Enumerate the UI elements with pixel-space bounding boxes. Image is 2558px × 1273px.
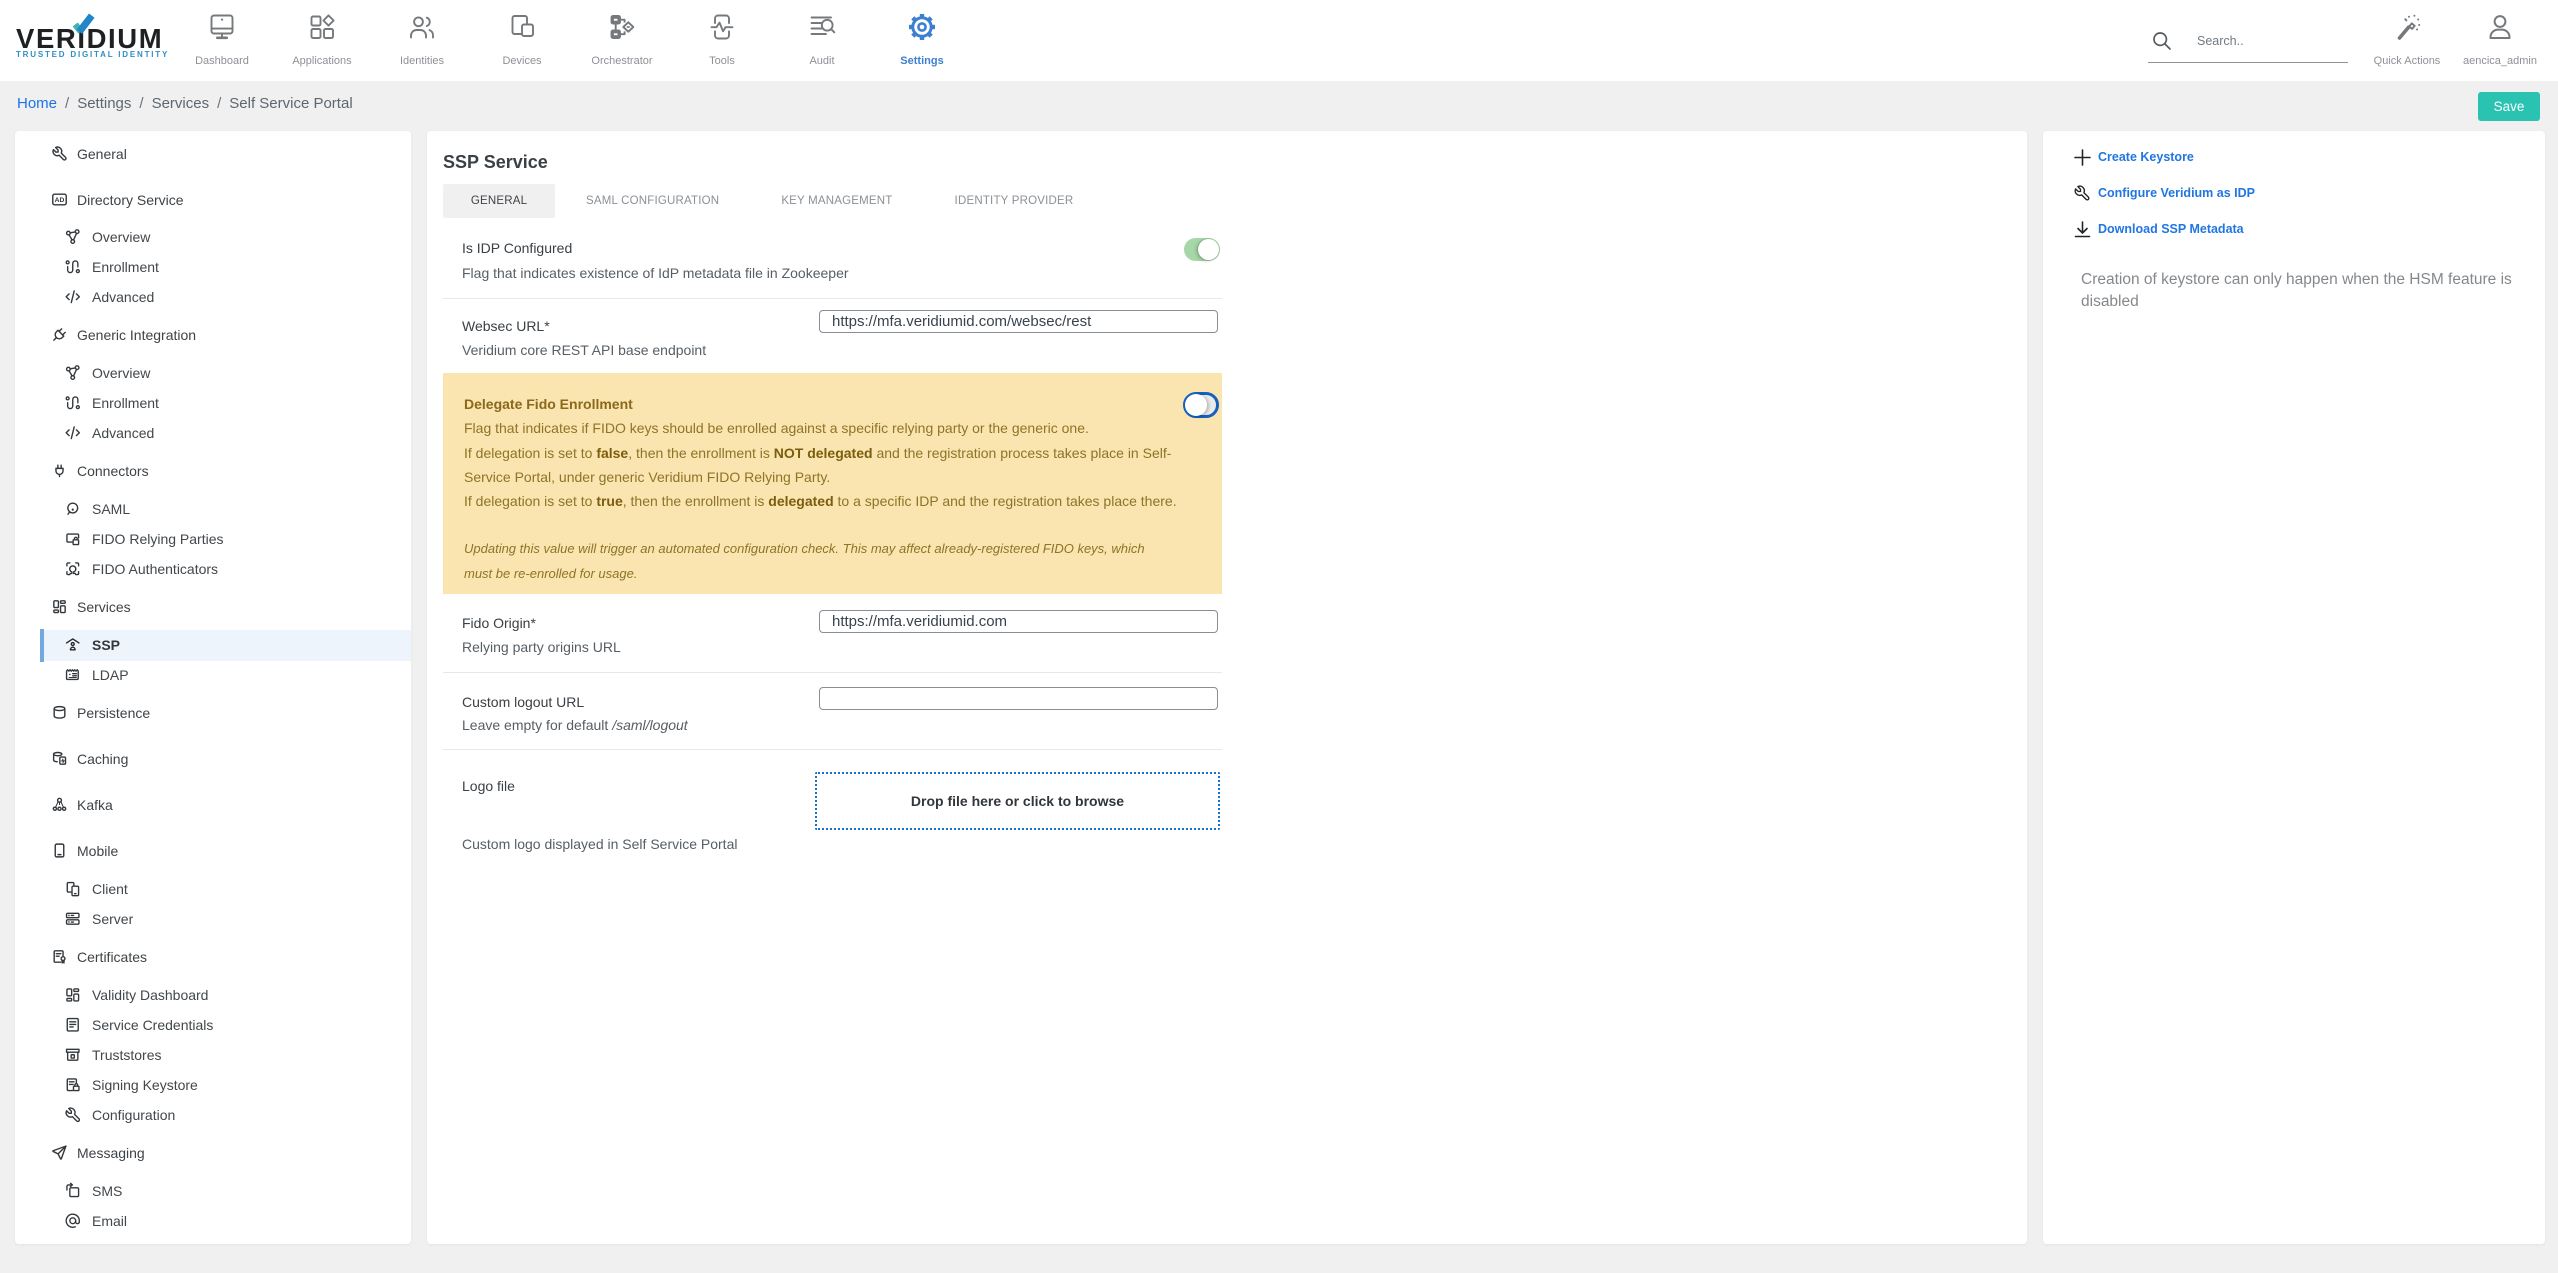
- svg-text:AD: AD: [55, 197, 65, 204]
